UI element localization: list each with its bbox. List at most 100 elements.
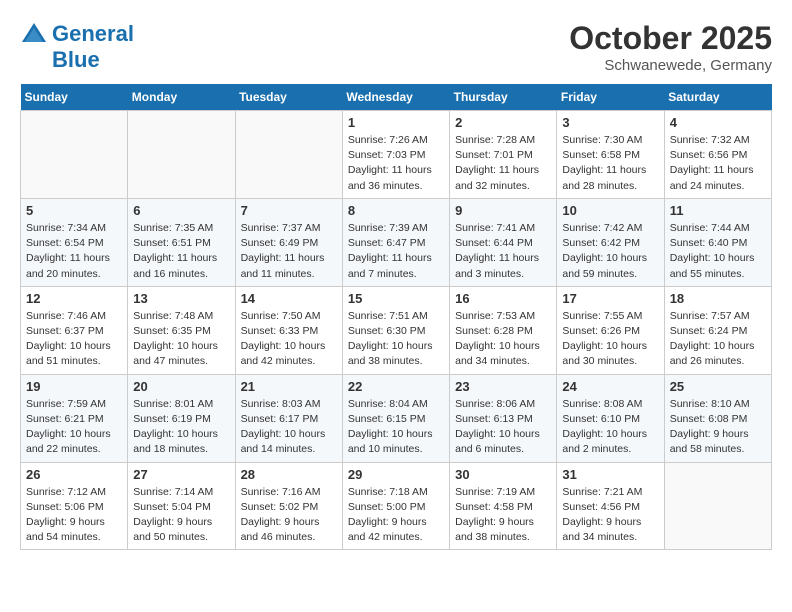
day-info: Sunrise: 7:34 AM Sunset: 6:54 PM Dayligh… [26, 221, 122, 282]
weekday-header-monday: Monday [128, 84, 235, 111]
day-info: Sunrise: 7:14 AM Sunset: 5:04 PM Dayligh… [133, 485, 229, 546]
calendar-week-2: 5 Sunrise: 7:34 AM Sunset: 6:54 PM Daylig… [21, 198, 772, 286]
calendar-cell: 4Sunrise: 7:32 AM Sunset: 6:56 PM Daylig… [664, 111, 771, 199]
location-title: Schwanewede, Germany [569, 57, 772, 74]
weekday-header-wednesday: Wednesday [342, 84, 449, 111]
day-info: Sunrise: 7:55 AM Sunset: 6:26 PM Dayligh… [562, 309, 658, 370]
calendar-cell: 15 Sunrise: 7:51 AM Sunset: 6:30 PM Dayli… [342, 286, 449, 374]
calendar-week-4: 19 Sunrise: 7:59 AM Sunset: 6:21 PM Dayli… [21, 374, 772, 462]
day-number: 12 [26, 291, 122, 306]
calendar-cell: 8 Sunrise: 7:39 AM Sunset: 6:47 PM Daylig… [342, 198, 449, 286]
calendar-cell: 16 Sunrise: 7:53 AM Sunset: 6:28 PM Dayli… [450, 286, 557, 374]
day-number: 10 [562, 203, 658, 218]
day-info: Sunrise: 7:57 AM Sunset: 6:24 PM Dayligh… [670, 309, 766, 370]
day-info: Sunrise: 7:19 AM Sunset: 4:58 PM Dayligh… [455, 485, 551, 546]
calendar-cell: 22 Sunrise: 8:04 AM Sunset: 6:15 PM Dayli… [342, 374, 449, 462]
calendar-cell: 31 Sunrise: 7:21 AM Sunset: 4:56 PM Dayli… [557, 462, 664, 550]
day-info: Sunrise: 8:08 AM Sunset: 6:10 PM Dayligh… [562, 397, 658, 458]
day-info: Sunrise: 8:01 AM Sunset: 6:19 PM Dayligh… [133, 397, 229, 458]
day-number: 15 [348, 291, 444, 306]
calendar-cell: 18 Sunrise: 7:57 AM Sunset: 6:24 PM Dayli… [664, 286, 771, 374]
page-header: General Blue October 2025 Schwanewede, G… [20, 20, 772, 74]
day-number: 18 [670, 291, 766, 306]
weekday-header-thursday: Thursday [450, 84, 557, 111]
calendar-cell: 6 Sunrise: 7:35 AM Sunset: 6:51 PM Daylig… [128, 198, 235, 286]
day-number: 6 [133, 203, 229, 218]
day-number: 30 [455, 467, 551, 482]
day-info: Sunrise: 7:32 AM Sunset: 6:56 PM Dayligh… [670, 133, 766, 194]
calendar-cell: 11 Sunrise: 7:44 AM Sunset: 6:40 PM Dayli… [664, 198, 771, 286]
calendar-cell: 9 Sunrise: 7:41 AM Sunset: 6:44 PM Daylig… [450, 198, 557, 286]
day-number: 23 [455, 379, 551, 394]
calendar-cell: 2Sunrise: 7:28 AM Sunset: 7:01 PM Daylig… [450, 111, 557, 199]
day-number: 22 [348, 379, 444, 394]
day-info: Sunrise: 7:46 AM Sunset: 6:37 PM Dayligh… [26, 309, 122, 370]
day-info: Sunrise: 7:35 AM Sunset: 6:51 PM Dayligh… [133, 221, 229, 282]
day-number: 5 [26, 203, 122, 218]
month-title: October 2025 [569, 20, 772, 57]
day-info: Sunrise: 7:59 AM Sunset: 6:21 PM Dayligh… [26, 397, 122, 458]
calendar-body: 1Sunrise: 7:26 AM Sunset: 7:03 PM Daylig… [21, 111, 772, 550]
calendar-cell [664, 462, 771, 550]
calendar-week-3: 12 Sunrise: 7:46 AM Sunset: 6:37 PM Dayli… [21, 286, 772, 374]
day-number: 2 [455, 115, 551, 130]
calendar-cell: 21Sunrise: 8:03 AM Sunset: 6:17 PM Dayli… [235, 374, 342, 462]
day-number: 9 [455, 203, 551, 218]
weekday-header-saturday: Saturday [664, 84, 771, 111]
calendar-cell: 28Sunrise: 7:16 AM Sunset: 5:02 PM Dayli… [235, 462, 342, 550]
day-info: Sunrise: 7:16 AM Sunset: 5:02 PM Dayligh… [241, 485, 337, 546]
day-number: 25 [670, 379, 766, 394]
day-number: 27 [133, 467, 229, 482]
calendar-cell: 27 Sunrise: 7:14 AM Sunset: 5:04 PM Dayli… [128, 462, 235, 550]
weekday-header-tuesday: Tuesday [235, 84, 342, 111]
logo-blue: Blue [20, 48, 100, 72]
calendar-cell [235, 111, 342, 199]
day-info: Sunrise: 7:53 AM Sunset: 6:28 PM Dayligh… [455, 309, 551, 370]
calendar-cell: 23 Sunrise: 8:06 AM Sunset: 6:13 PM Dayli… [450, 374, 557, 462]
calendar-cell: 3 Sunrise: 7:30 AM Sunset: 6:58 PM Daylig… [557, 111, 664, 199]
calendar-table: SundayMondayTuesdayWednesdayThursdayFrid… [20, 84, 772, 550]
day-number: 24 [562, 379, 658, 394]
calendar-cell [21, 111, 128, 199]
day-number: 7 [241, 203, 337, 218]
day-number: 26 [26, 467, 122, 482]
day-info: Sunrise: 7:51 AM Sunset: 6:30 PM Dayligh… [348, 309, 444, 370]
day-info: Sunrise: 7:50 AM Sunset: 6:33 PM Dayligh… [241, 309, 337, 370]
title-block: October 2025 Schwanewede, Germany [569, 20, 772, 74]
day-info: Sunrise: 7:44 AM Sunset: 6:40 PM Dayligh… [670, 221, 766, 282]
day-number: 3 [562, 115, 658, 130]
calendar-cell: 12 Sunrise: 7:46 AM Sunset: 6:37 PM Dayli… [21, 286, 128, 374]
calendar-cell: 30 Sunrise: 7:19 AM Sunset: 4:58 PM Dayli… [450, 462, 557, 550]
calendar-cell: 25Sunrise: 8:10 AM Sunset: 6:08 PM Dayli… [664, 374, 771, 462]
day-info: Sunrise: 7:30 AM Sunset: 6:58 PM Dayligh… [562, 133, 658, 194]
calendar-cell: 20Sunrise: 8:01 AM Sunset: 6:19 PM Dayli… [128, 374, 235, 462]
day-info: Sunrise: 7:21 AM Sunset: 4:56 PM Dayligh… [562, 485, 658, 546]
calendar-cell: 1Sunrise: 7:26 AM Sunset: 7:03 PM Daylig… [342, 111, 449, 199]
calendar-header: SundayMondayTuesdayWednesdayThursdayFrid… [21, 84, 772, 111]
day-info: Sunrise: 7:12 AM Sunset: 5:06 PM Dayligh… [26, 485, 122, 546]
day-info: Sunrise: 8:04 AM Sunset: 6:15 PM Dayligh… [348, 397, 444, 458]
day-info: Sunrise: 7:18 AM Sunset: 5:00 PM Dayligh… [348, 485, 444, 546]
calendar-week-1: 1Sunrise: 7:26 AM Sunset: 7:03 PM Daylig… [21, 111, 772, 199]
day-info: Sunrise: 7:41 AM Sunset: 6:44 PM Dayligh… [455, 221, 551, 282]
day-number: 16 [455, 291, 551, 306]
calendar-cell: 26 Sunrise: 7:12 AM Sunset: 5:06 PM Dayli… [21, 462, 128, 550]
calendar-cell [128, 111, 235, 199]
day-info: Sunrise: 8:06 AM Sunset: 6:13 PM Dayligh… [455, 397, 551, 458]
calendar-cell: 10 Sunrise: 7:42 AM Sunset: 6:42 PM Dayli… [557, 198, 664, 286]
day-number: 21 [241, 379, 337, 394]
day-number: 31 [562, 467, 658, 482]
day-info: Sunrise: 7:39 AM Sunset: 6:47 PM Dayligh… [348, 221, 444, 282]
day-number: 29 [348, 467, 444, 482]
calendar-cell: 19 Sunrise: 7:59 AM Sunset: 6:21 PM Dayli… [21, 374, 128, 462]
logo-icon [20, 20, 48, 48]
calendar-week-5: 26 Sunrise: 7:12 AM Sunset: 5:06 PM Dayli… [21, 462, 772, 550]
weekday-header-friday: Friday [557, 84, 664, 111]
day-number: 11 [670, 203, 766, 218]
day-info: Sunrise: 7:42 AM Sunset: 6:42 PM Dayligh… [562, 221, 658, 282]
calendar-cell: 24 Sunrise: 8:08 AM Sunset: 6:10 PM Dayli… [557, 374, 664, 462]
day-number: 8 [348, 203, 444, 218]
calendar-cell: 29 Sunrise: 7:18 AM Sunset: 5:00 PM Dayli… [342, 462, 449, 550]
day-info: Sunrise: 7:48 AM Sunset: 6:35 PM Dayligh… [133, 309, 229, 370]
day-number: 19 [26, 379, 122, 394]
